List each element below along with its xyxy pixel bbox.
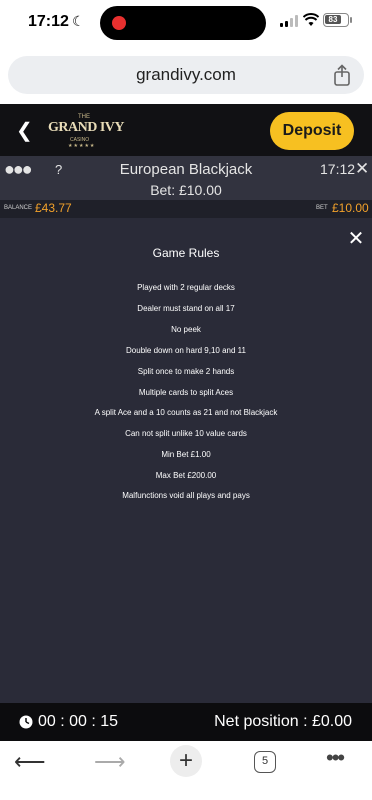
- rule-item: Min Bet £1.00: [161, 450, 211, 459]
- recording-icon: [112, 16, 126, 30]
- rule-item: Dealer must stand on all 17: [137, 304, 235, 313]
- deposit-button[interactable]: Deposit: [270, 112, 354, 150]
- bet-value: £10.00: [332, 201, 369, 215]
- dynamic-island: [100, 6, 266, 40]
- wifi-icon: [303, 13, 319, 26]
- game-bar: ●●● ? European Blackjack Bet: £10.00 17:…: [0, 156, 372, 200]
- rule-item: Multiple cards to split Aces: [138, 388, 234, 397]
- tabs-button[interactable]: 5: [254, 751, 276, 773]
- game-title: European Blackjack: [119, 161, 253, 178]
- status-bar: 17:12 ☾ 83: [0, 0, 372, 46]
- rule-item: Double down on hard 9,10 and 11: [126, 346, 246, 355]
- signal-icon: [280, 15, 298, 27]
- rule-item: Played with 2 regular decks: [137, 283, 235, 292]
- clock-icon: [19, 715, 33, 729]
- logo-stars: ★★★★★: [68, 143, 96, 149]
- url-text[interactable]: grandivy.com: [8, 65, 364, 85]
- address-bar[interactable]: grandivy.com: [8, 56, 364, 94]
- balance-value: £43.77: [35, 201, 72, 215]
- rule-item: Max Bet £200.00: [155, 471, 217, 480]
- battery-level: 83: [325, 15, 341, 24]
- bet-label: BET: [316, 205, 328, 211]
- game-clock: 17:12: [320, 161, 356, 177]
- share-icon[interactable]: [332, 64, 352, 86]
- game-bet-line: Bet: £10.00: [150, 182, 222, 198]
- forward-arrow-icon[interactable]: ⟶: [94, 749, 126, 775]
- more-options-icon[interactable]: •••: [326, 745, 345, 771]
- status-time: 17:12: [28, 13, 69, 30]
- balance-label: BALANCE: [4, 205, 33, 211]
- rule-item: No peek: [171, 325, 201, 334]
- grand-ivy-logo[interactable]: THE GRAND IVY CASINO ★★★★★: [48, 112, 125, 150]
- rule-item: Split once to make 2 hands: [137, 367, 235, 376]
- back-arrow-icon[interactable]: ⟵: [14, 749, 46, 775]
- new-tab-icon[interactable]: +: [170, 745, 202, 777]
- rule-item: Malfunctions void all plays and pays: [122, 491, 250, 500]
- browser-address-area: grandivy.com: [0, 46, 372, 104]
- balance-bar: BALANCE £43.77 BET £10.00: [0, 200, 372, 218]
- rule-item: A split Ace and a 10 counts as 21 and no…: [94, 408, 278, 417]
- battery-icon: 83: [323, 13, 349, 27]
- net-position: Net position : £0.00: [214, 713, 352, 730]
- casino-header: ❮ THE GRAND IVY CASINO ★★★★★ Deposit: [0, 104, 372, 156]
- browser-toolbar: ⟵ ⟶ + 5 •••: [0, 741, 372, 800]
- moon-icon: ☾: [72, 13, 85, 29]
- close-game-icon[interactable]: ✕: [355, 159, 369, 179]
- rules-title: Game Rules: [152, 246, 220, 260]
- back-chevron-icon[interactable]: ❮: [16, 118, 33, 143]
- logo-main: GRAND IVY: [48, 120, 125, 135]
- game-rules-panel: ✕ Game Rules Played with 2 regular decks…: [0, 218, 372, 703]
- session-timer: 00 : 00 : 15: [38, 713, 119, 730]
- rule-item: Can not split unlike 10 value cards: [125, 429, 247, 438]
- battery-tip: [350, 17, 352, 23]
- session-info-bar: 00 : 00 : 15 Net position : £0.00: [0, 703, 372, 741]
